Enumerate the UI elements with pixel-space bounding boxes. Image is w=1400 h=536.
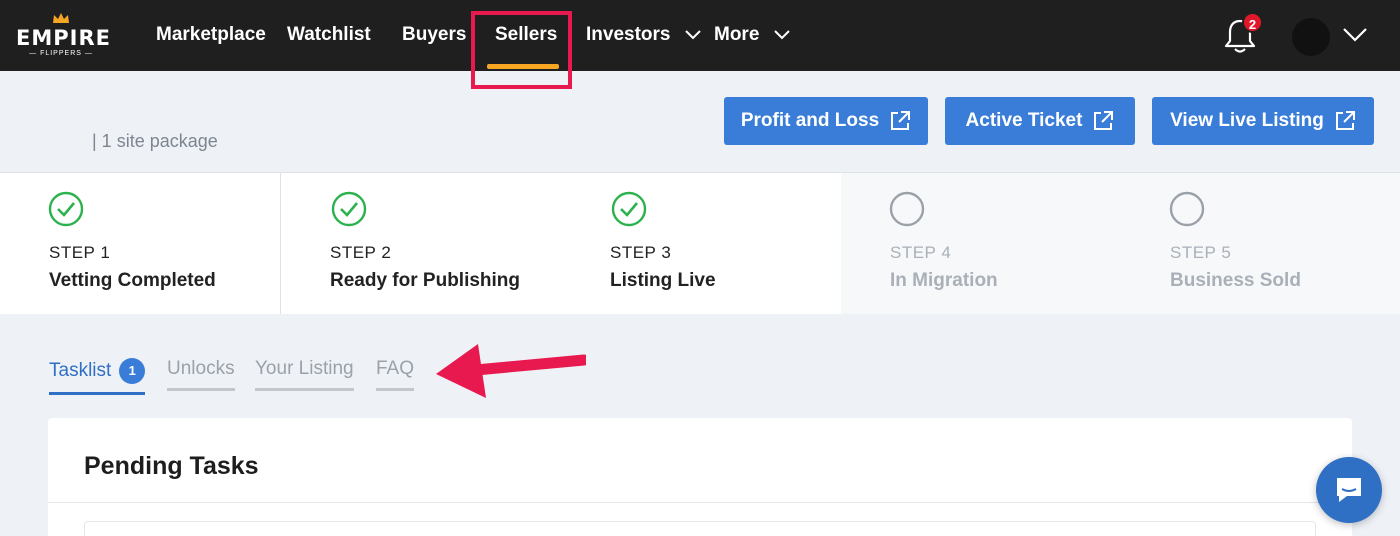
active-ticket-button[interactable]: Active Ticket — [945, 97, 1135, 145]
empty-circle-icon — [1169, 191, 1205, 227]
listing-subtitle: | 1 site package — [92, 131, 218, 151]
top-navigation: EMPIRE — FLIPPERS — Marketplace Watchlis… — [0, 0, 1400, 71]
check-circle-icon — [611, 191, 647, 227]
step-title: Ready for Publishing — [330, 270, 521, 291]
tab-tasklist[interactable]: Tasklist 1 — [49, 358, 146, 395]
step-title: Vetting Completed — [49, 270, 216, 291]
avatar[interactable] — [1292, 18, 1330, 56]
nav-marketplace[interactable]: Marketplace — [156, 24, 266, 46]
check-circle-icon — [331, 191, 367, 227]
profit-and-loss-label: Profit and Loss — [740, 110, 880, 131]
logo-text: EMPIRE — [16, 26, 111, 50]
nav-marketplace-label: Marketplace — [156, 24, 266, 45]
tab-your-listing-label: Your Listing — [255, 358, 354, 379]
empty-circle-icon — [889, 191, 925, 227]
logo-subtext: — FLIPPERS — — [29, 50, 93, 57]
step-2: STEP 2 Ready for Publishing — [281, 173, 562, 314]
step-title: Business Sold — [1170, 270, 1301, 291]
nav-more[interactable]: More — [714, 24, 791, 46]
step-4: STEP 4 In Migration — [841, 173, 1122, 314]
external-link-icon — [1094, 111, 1114, 130]
tasklist-count-badge: 1 — [119, 358, 146, 384]
tab-unlocks-label: Unlocks — [167, 358, 235, 379]
chat-launcher-button[interactable] — [1316, 457, 1382, 523]
step-number: STEP 1 — [49, 243, 111, 262]
nav-watchlist-label: Watchlist — [287, 24, 371, 45]
nav-investors-label: Investors — [586, 24, 671, 45]
step-3: STEP 3 Listing Live — [561, 173, 842, 314]
nav-buyers[interactable]: Buyers — [402, 24, 466, 46]
panel-title: Pending Tasks — [84, 452, 259, 480]
tab-your-listing[interactable]: Your Listing — [255, 358, 354, 391]
tab-faq[interactable]: FAQ — [376, 358, 415, 391]
tab-faq-label: FAQ — [376, 358, 415, 379]
check-circle-icon — [48, 191, 84, 227]
tab-unlocks[interactable]: Unlocks — [167, 358, 235, 391]
profit-and-loss-button[interactable]: Profit and Loss — [724, 97, 928, 145]
pending-tasks-panel: Pending Tasks — [48, 418, 1352, 536]
chevron-down-icon[interactable] — [1342, 26, 1368, 44]
notification-badge: 2 — [1242, 12, 1263, 33]
chevron-down-icon — [685, 30, 701, 40]
step-title: In Migration — [890, 270, 998, 291]
step-number: STEP 2 — [330, 243, 392, 262]
external-link-icon — [891, 111, 911, 130]
chat-bubble-icon — [1337, 478, 1361, 502]
progress-steps: STEP 1 Vetting Completed STEP 2 Ready fo… — [0, 172, 1400, 314]
crown-icon — [53, 13, 69, 23]
task-item[interactable] — [84, 521, 1316, 536]
nav-more-label: More — [714, 24, 760, 45]
step-number: STEP 3 — [610, 243, 672, 262]
external-link-icon — [1335, 111, 1355, 130]
view-live-listing-button[interactable]: View Live Listing — [1152, 97, 1374, 145]
view-live-listing-label: View Live Listing — [1170, 110, 1324, 131]
step-1: STEP 1 Vetting Completed — [0, 173, 281, 314]
tab-tasklist-label: Tasklist — [49, 360, 112, 381]
chevron-down-icon — [773, 30, 790, 40]
nav-watchlist[interactable]: Watchlist — [287, 24, 371, 46]
step-number: STEP 4 — [890, 243, 952, 262]
nav-buyers-label: Buyers — [402, 24, 467, 45]
arrow-left-icon — [436, 344, 586, 398]
nav-investors[interactable]: Investors — [586, 24, 702, 46]
step-5: STEP 5 Business Sold — [1121, 173, 1400, 314]
active-ticket-label: Active Ticket — [965, 110, 1083, 131]
step-number: STEP 5 — [1170, 243, 1232, 262]
sellers-highlight-annotation — [471, 11, 572, 89]
panel-divider — [48, 502, 1352, 503]
step-title: Listing Live — [610, 270, 716, 291]
empire-flippers-logo[interactable]: EMPIRE — FLIPPERS — — [16, 12, 111, 60]
